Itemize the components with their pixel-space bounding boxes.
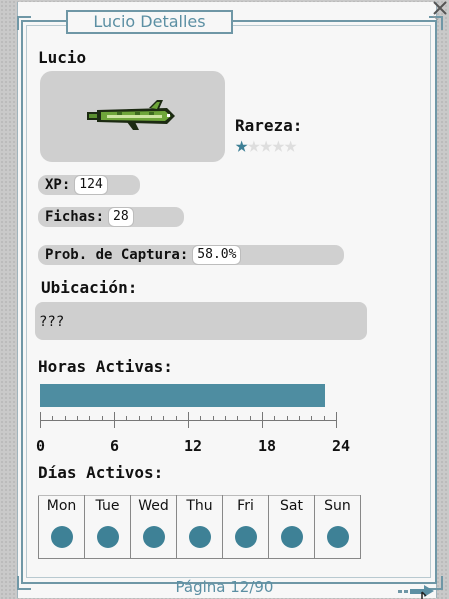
day-cell-sat xyxy=(268,516,315,559)
window-title: Lucio Detalles xyxy=(66,10,233,34)
tokens-value: 28 xyxy=(108,207,134,227)
xp-label: XP: xyxy=(45,177,71,193)
hours-axis-tick xyxy=(225,416,226,421)
hours-axis-tick xyxy=(52,416,54,421)
hours-axis-tick xyxy=(114,412,115,428)
xp-value: 124 xyxy=(74,175,108,195)
next-arrow-icon[interactable] xyxy=(398,582,438,599)
day-cell-tue xyxy=(84,516,131,559)
hours-axis-tick-label: 0 xyxy=(36,437,46,455)
hours-axis-tick xyxy=(101,416,103,421)
hours-axis-tick xyxy=(175,416,177,421)
hours-axis-tick xyxy=(262,412,263,428)
star-icon-empty: ★ xyxy=(259,133,273,158)
day-cell-fri xyxy=(222,516,269,559)
day-name-wed: Wed xyxy=(130,495,177,516)
fish-name: Lucio xyxy=(38,48,87,67)
active-hours-label: Horas Activas: xyxy=(38,357,173,376)
hours-axis-tick xyxy=(336,412,337,428)
hours-axis-tick-label: 18 xyxy=(258,437,277,455)
rarity-stars: ★★★★★ xyxy=(235,133,297,158)
active-days-label: Días Activos: xyxy=(38,463,164,482)
frame-corner-ornament xyxy=(17,16,31,30)
active-day-dot xyxy=(234,526,257,548)
hours-axis-tick xyxy=(237,416,239,421)
star-icon-empty: ★ xyxy=(247,133,260,158)
active-hours-bar xyxy=(40,384,325,407)
active-day-dot xyxy=(326,526,349,548)
fish-image-box xyxy=(40,71,225,162)
day-cell-thu xyxy=(176,516,223,559)
catch-chance-stat: Prob. de Captura: 58.0% xyxy=(38,245,344,265)
pike-fish-icon xyxy=(87,100,175,130)
day-name-tue: Tue xyxy=(84,495,131,516)
hours-axis-tick xyxy=(249,416,251,421)
close-icon[interactable] xyxy=(432,0,449,22)
star-icon-empty: ★ xyxy=(271,133,285,158)
day-name-fri: Fri xyxy=(222,495,269,516)
active-day-dot xyxy=(280,526,303,548)
day-cell-mon xyxy=(38,516,85,559)
hours-axis-tick xyxy=(138,416,140,421)
day-name-thu: Thu xyxy=(176,495,223,516)
hours-axis-tick xyxy=(77,416,78,421)
active-day-dot xyxy=(96,526,119,548)
hours-axis-tick xyxy=(311,416,313,421)
day-cell-wed xyxy=(130,516,177,559)
hours-axis-tick-label: 12 xyxy=(184,437,203,455)
hours-axis-tick xyxy=(286,416,288,421)
hours-axis-tick xyxy=(200,416,202,421)
hours-axis-tick xyxy=(151,416,152,421)
day-name-sun: Sun xyxy=(314,495,361,516)
hours-axis-tick xyxy=(274,416,276,421)
xp-stat: XP: 124 xyxy=(38,175,140,195)
active-day-dot xyxy=(50,526,73,548)
active-day-dot xyxy=(188,526,211,548)
hours-axis-tick-label: 6 xyxy=(110,437,120,455)
hours-axis-tick xyxy=(212,416,214,421)
tokens-label: Fichas: xyxy=(45,209,105,225)
tokens-stat: Fichas: 28 xyxy=(38,207,184,227)
hours-axis-tick xyxy=(323,416,325,421)
day-name-mon: Mon xyxy=(38,495,85,516)
hours-axis-tick xyxy=(40,412,41,428)
catch-chance-label: Prob. de Captura: xyxy=(45,247,189,263)
hours-axis-tick xyxy=(126,416,128,421)
catch-chance-value: 58.0% xyxy=(192,245,242,265)
hours-axis-tick xyxy=(89,416,91,421)
location-value: ??? xyxy=(35,302,367,340)
hours-axis-tick xyxy=(188,412,189,428)
hours-axis-tick xyxy=(64,416,66,421)
hours-axis-tick-label: 24 xyxy=(332,437,351,455)
hours-axis-tick xyxy=(299,416,300,421)
day-cell-sun xyxy=(314,516,361,559)
page-indicator: Página 12/90 xyxy=(175,578,274,596)
active-days-table: Mon Tue Wed Thu Fri Sat Sun xyxy=(38,495,361,559)
star-icon-filled: ★ xyxy=(235,133,248,158)
hours-axis-tick xyxy=(163,416,165,421)
active-day-dot xyxy=(142,526,165,548)
location-label: Ubicación: xyxy=(41,278,138,297)
star-icon-empty: ★ xyxy=(284,133,297,158)
day-name-sat: Sat xyxy=(268,495,315,516)
